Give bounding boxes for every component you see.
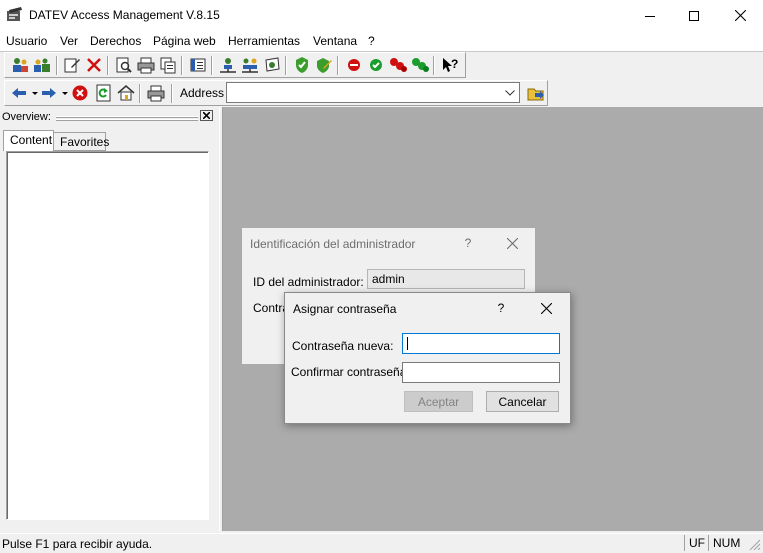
toolbar-separator bbox=[171, 84, 173, 103]
copy-print-icon[interactable] bbox=[159, 56, 177, 74]
admin-id-label: ID del administrador: bbox=[253, 275, 364, 289]
menu-bar: Usuario Ver Derechos Página web Herramie… bbox=[0, 31, 763, 51]
dialog-title: Identificación del administrador bbox=[250, 237, 416, 251]
overview-close-button[interactable] bbox=[200, 110, 213, 121]
text-caret bbox=[407, 337, 408, 351]
svg-text:?: ? bbox=[451, 57, 458, 71]
close-icon bbox=[734, 10, 746, 21]
chevron-down-icon bbox=[504, 89, 515, 96]
status-indicator-num: NUM bbox=[708, 535, 746, 551]
toolbar-separator bbox=[211, 56, 213, 75]
menu-help[interactable]: ? bbox=[368, 34, 375, 48]
close-icon bbox=[540, 302, 552, 314]
help-button[interactable]: ? bbox=[491, 299, 511, 317]
minimize-button[interactable] bbox=[627, 0, 673, 31]
dialog-close-button[interactable] bbox=[535, 299, 557, 317]
overview-grip[interactable] bbox=[56, 112, 198, 121]
toolbar-separator bbox=[56, 56, 58, 75]
status-text: Pulse F1 para recibir ayuda. bbox=[2, 537, 153, 551]
help-icon: ? bbox=[464, 236, 472, 250]
resize-grip[interactable] bbox=[748, 538, 761, 551]
new-password-label: Contraseña nueva: bbox=[292, 339, 394, 353]
confirm-password-input[interactable] bbox=[402, 362, 560, 383]
status-indicator-uf: UF bbox=[684, 535, 708, 551]
certificate-icon[interactable] bbox=[263, 56, 281, 74]
edit-document-icon[interactable] bbox=[63, 56, 81, 74]
toolbar-separator bbox=[337, 56, 339, 75]
admin-id-field: admin bbox=[367, 269, 525, 289]
toolbar-separator bbox=[181, 56, 183, 75]
address-label: Address bbox=[180, 86, 225, 100]
set-password-dialog: Asignar contraseña ? Contraseña nueva: C… bbox=[284, 292, 571, 424]
print-preview-icon[interactable] bbox=[115, 56, 133, 74]
close-icon bbox=[506, 237, 518, 249]
window-title: DATEV Access Management V.8.15 bbox=[29, 8, 220, 22]
maximize-button[interactable] bbox=[671, 0, 717, 31]
minimize-icon bbox=[645, 15, 655, 17]
back-arrow-icon bbox=[12, 88, 38, 98]
tab-content[interactable]: Content bbox=[3, 130, 54, 151]
menu-herramientas[interactable]: Herramientas bbox=[228, 34, 300, 48]
overview-label: Overview: bbox=[2, 111, 51, 123]
menu-usuario[interactable]: Usuario bbox=[6, 34, 47, 48]
close-icon bbox=[203, 112, 210, 119]
main-toolbar: ? bbox=[4, 52, 466, 78]
address-input[interactable] bbox=[226, 82, 520, 103]
delete-x-icon[interactable] bbox=[85, 56, 103, 74]
help-button[interactable]: ? bbox=[458, 234, 478, 252]
toolbar-separator bbox=[285, 56, 287, 75]
shield-edit-icon[interactable] bbox=[315, 56, 333, 74]
rights-allow-icon[interactable] bbox=[411, 56, 429, 74]
toolbar-separator bbox=[433, 56, 435, 75]
toolbar-separator bbox=[107, 56, 109, 75]
forward-button[interactable] bbox=[41, 84, 69, 102]
stop-icon[interactable] bbox=[71, 84, 89, 102]
network-group-icon[interactable] bbox=[241, 56, 259, 74]
properties-icon[interactable] bbox=[189, 56, 207, 74]
back-button[interactable] bbox=[11, 84, 39, 102]
network-user-icon[interactable] bbox=[219, 56, 237, 74]
accept-button[interactable]: Aceptar bbox=[404, 391, 473, 412]
check-green-icon[interactable] bbox=[367, 56, 385, 74]
menu-ventana[interactable]: Ventana bbox=[313, 34, 357, 48]
dialog-title: Asignar contraseña bbox=[293, 302, 397, 316]
context-help-icon[interactable]: ? bbox=[441, 56, 459, 74]
home-icon[interactable] bbox=[117, 84, 135, 102]
cancel-button[interactable]: Cancelar bbox=[486, 391, 559, 412]
print-icon[interactable] bbox=[137, 56, 155, 74]
rights-deny-icon[interactable] bbox=[389, 56, 407, 74]
shield-check-icon[interactable] bbox=[293, 56, 311, 74]
toolbar-separator bbox=[139, 84, 141, 103]
app-icon[interactable] bbox=[6, 7, 24, 23]
stop-red-icon[interactable] bbox=[345, 56, 363, 74]
menu-ver[interactable]: Ver bbox=[60, 34, 78, 48]
menu-pagina-web[interactable]: Página web bbox=[153, 34, 216, 48]
help-icon: ? bbox=[497, 301, 505, 315]
forward-arrow-icon bbox=[42, 88, 68, 98]
group-users-icon[interactable] bbox=[33, 56, 51, 74]
go-folder-icon[interactable] bbox=[527, 84, 545, 102]
new-password-input[interactable] bbox=[402, 333, 560, 354]
confirm-password-label: Confirmar contraseña: bbox=[291, 365, 410, 379]
menu-derechos[interactable]: Derechos bbox=[90, 34, 141, 48]
content-tree[interactable] bbox=[6, 151, 209, 520]
address-dropdown-button[interactable] bbox=[499, 82, 520, 103]
dialog-close-button[interactable] bbox=[501, 234, 523, 252]
refresh-icon[interactable] bbox=[95, 84, 113, 102]
users-icon[interactable] bbox=[11, 56, 29, 74]
tab-favorites[interactable]: Favorites bbox=[54, 132, 109, 151]
maximize-icon bbox=[689, 10, 699, 21]
close-button[interactable] bbox=[717, 0, 763, 31]
print-icon[interactable] bbox=[147, 84, 165, 102]
